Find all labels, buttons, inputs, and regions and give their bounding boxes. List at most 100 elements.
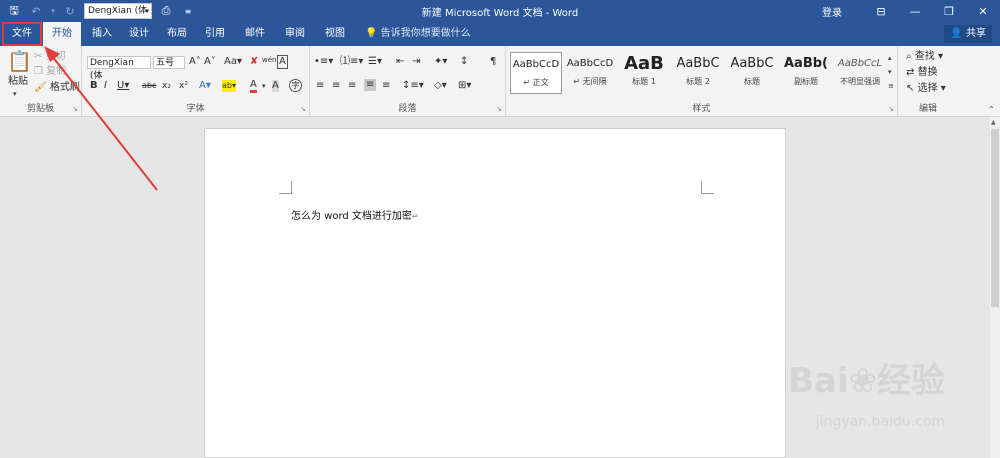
clear-format-icon[interactable]: ✘	[250, 56, 258, 68]
numbering-icon[interactable]: ⑴≡▾	[340, 56, 363, 68]
show-marks-icon[interactable]: ¶	[490, 56, 496, 68]
format-painter-button[interactable]: 🖌 格式刷	[34, 82, 80, 94]
style-no-spacing[interactable]: AaBbCcD ↵ 无间隔	[564, 52, 616, 94]
styles-scroll-up-icon[interactable]: ▴	[888, 52, 892, 64]
paste-button[interactable]: 粘贴	[8, 76, 28, 88]
copy-button[interactable]: ❐ 复制	[34, 66, 66, 78]
clipboard-label: 剪贴板	[26, 104, 54, 114]
tab-file[interactable]: 文件	[2, 22, 42, 46]
increase-indent-icon[interactable]: ⇥	[412, 56, 420, 68]
copy-icon: ❐	[34, 66, 43, 77]
bullets-icon[interactable]: •≡▾	[314, 56, 333, 68]
strikethrough-icon[interactable]: abc	[142, 80, 156, 92]
tab-review[interactable]: 审阅	[278, 22, 312, 46]
tab-references[interactable]: 引用	[198, 22, 232, 46]
asian-layout-icon[interactable]: ✦▾	[434, 56, 447, 68]
styles-launcher-icon[interactable]: ↘	[888, 105, 894, 113]
style-normal[interactable]: AaBbCcD ↵ 正文	[510, 52, 562, 94]
align-right-icon[interactable]: ≡	[348, 80, 356, 92]
style-name: 副标题	[794, 77, 818, 86]
clipboard-launcher-icon[interactable]: ↘	[72, 105, 78, 113]
styles-scroll-down-icon[interactable]: ▾	[888, 66, 892, 78]
font-color-icon[interactable]: A	[250, 80, 257, 93]
tab-view[interactable]: 视图	[318, 22, 352, 46]
style-preview: AaBbCcD	[566, 58, 614, 69]
font-color-dropdown-icon[interactable]: ▾	[262, 80, 266, 92]
superscript-icon[interactable]: x²	[179, 80, 188, 92]
style-name: 不明显强调	[840, 77, 880, 86]
tab-layout[interactable]: 布局	[160, 22, 194, 46]
style-preview: AaBb(	[784, 56, 828, 71]
close-icon[interactable]: ✕	[966, 5, 1000, 18]
style-name: 标题 2	[686, 77, 710, 86]
tab-insert[interactable]: 插入	[86, 22, 118, 46]
paste-icon[interactable]: 📋	[7, 50, 32, 72]
italic-icon[interactable]: I	[104, 80, 107, 92]
lightbulb-icon: 💡	[365, 28, 378, 39]
style-preview: AaB	[624, 53, 664, 74]
change-case-icon[interactable]: Aa▾	[224, 56, 242, 68]
justify-icon[interactable]: ≡	[364, 79, 377, 91]
grow-font-icon[interactable]: A˄	[189, 56, 201, 68]
paragraph-launcher-icon[interactable]: ↘	[496, 105, 502, 113]
vertical-scrollbar[interactable]: ▲	[990, 117, 1000, 458]
pinyin-guide-icon[interactable]: wén	[262, 54, 276, 66]
title-bar: 🖫 ↶ ▾ ↻ DengXian (体 ▾ ⎙ ≡ 新建 Microsoft Wo…	[0, 0, 1000, 22]
replace-button[interactable]: ⇄ 替换	[906, 67, 938, 79]
text-effects-icon[interactable]: A▾	[199, 80, 211, 92]
minimize-icon[interactable]: —	[898, 5, 932, 18]
style-title[interactable]: AaBbC 标题	[726, 52, 778, 94]
font-name-box[interactable]: DengXian (体	[87, 56, 151, 81]
styles-group: AaBbCcD ↵ 正文 AaBbCcD ↵ 无间隔 AaB 标题 1 AaBb…	[506, 46, 898, 116]
replace-icon: ⇄	[906, 67, 915, 78]
share-button[interactable]: 👤 共享	[944, 25, 992, 43]
paragraph-label: 段落	[398, 104, 417, 114]
bold-icon[interactable]: B	[90, 80, 98, 92]
ribbon-display-icon[interactable]: ⊟	[864, 5, 898, 18]
style-heading-1[interactable]: AaB 标题 1	[618, 52, 670, 94]
style-name: ↵ 正文	[523, 78, 549, 87]
tab-home[interactable]: 开始	[43, 22, 81, 46]
login-link[interactable]: 登录	[822, 4, 842, 19]
collapse-ribbon-icon[interactable]: ⌃	[988, 104, 995, 116]
style-subtitle[interactable]: AaBb( 副标题	[780, 52, 832, 94]
sort-icon[interactable]: ↕	[460, 56, 468, 68]
select-button[interactable]: ↖ 选择 ▾	[906, 83, 946, 95]
subscript-icon[interactable]: x₂	[162, 80, 171, 92]
document-text[interactable]: 怎么为 word 文档进行加密↵	[291, 207, 419, 222]
distributed-icon[interactable]: ≡	[382, 80, 390, 92]
underline-icon[interactable]: U▾	[117, 80, 129, 92]
cut-button[interactable]: ✂ 剪切	[34, 51, 66, 63]
enclose-char-icon[interactable]: 字	[289, 79, 302, 92]
decrease-indent-icon[interactable]: ⇤	[396, 56, 404, 68]
document-area: 怎么为 word 文档进行加密↵	[0, 117, 990, 458]
borders-icon[interactable]: ⊞▾	[458, 80, 471, 92]
align-center-icon[interactable]: ≡	[332, 80, 340, 92]
char-shading-icon[interactable]: A	[272, 80, 279, 92]
highlight-icon[interactable]: ab▾	[222, 80, 236, 92]
tab-mailings[interactable]: 邮件	[238, 22, 272, 46]
shrink-font-icon[interactable]: A˅	[204, 56, 216, 68]
ribbon-home: 📋 粘贴 ▾ ✂ 剪切 ❐ 复制 🖌 格式刷 剪贴板 ↘ DengXian (体…	[0, 46, 1000, 117]
find-button[interactable]: ⌕ 查找 ▾	[906, 51, 943, 63]
scroll-up-icon[interactable]: ▲	[991, 119, 996, 126]
scroll-thumb[interactable]	[991, 129, 999, 307]
person-icon: 👤	[950, 28, 963, 39]
style-subtle-emphasis[interactable]: AaBbCcL 不明显强调	[834, 52, 886, 94]
document-page[interactable]: 怎么为 word 文档进行加密↵	[204, 128, 786, 458]
font-size-box[interactable]: 五号	[153, 56, 185, 69]
tab-design[interactable]: 设计	[122, 22, 156, 46]
styles-label: 样式	[692, 104, 711, 114]
shading-icon[interactable]: ◇▾	[434, 80, 447, 92]
restore-icon[interactable]: ❐	[932, 5, 966, 18]
paste-dropdown-icon[interactable]: ▾	[13, 88, 17, 100]
char-border-icon[interactable]: A	[277, 55, 288, 69]
line-spacing-icon[interactable]: ↕≡▾	[402, 80, 424, 92]
styles-more-icon[interactable]: ≡	[888, 80, 894, 92]
brush-icon: 🖌	[34, 82, 47, 93]
multilevel-list-icon[interactable]: ☰▾	[368, 56, 382, 68]
font-launcher-icon[interactable]: ↘	[300, 105, 306, 113]
align-left-icon[interactable]: ≡	[316, 80, 324, 92]
style-heading-2[interactable]: AaBbC 标题 2	[672, 52, 724, 94]
tell-me-box[interactable]: 💡 告诉我你想要做什么	[365, 22, 471, 46]
